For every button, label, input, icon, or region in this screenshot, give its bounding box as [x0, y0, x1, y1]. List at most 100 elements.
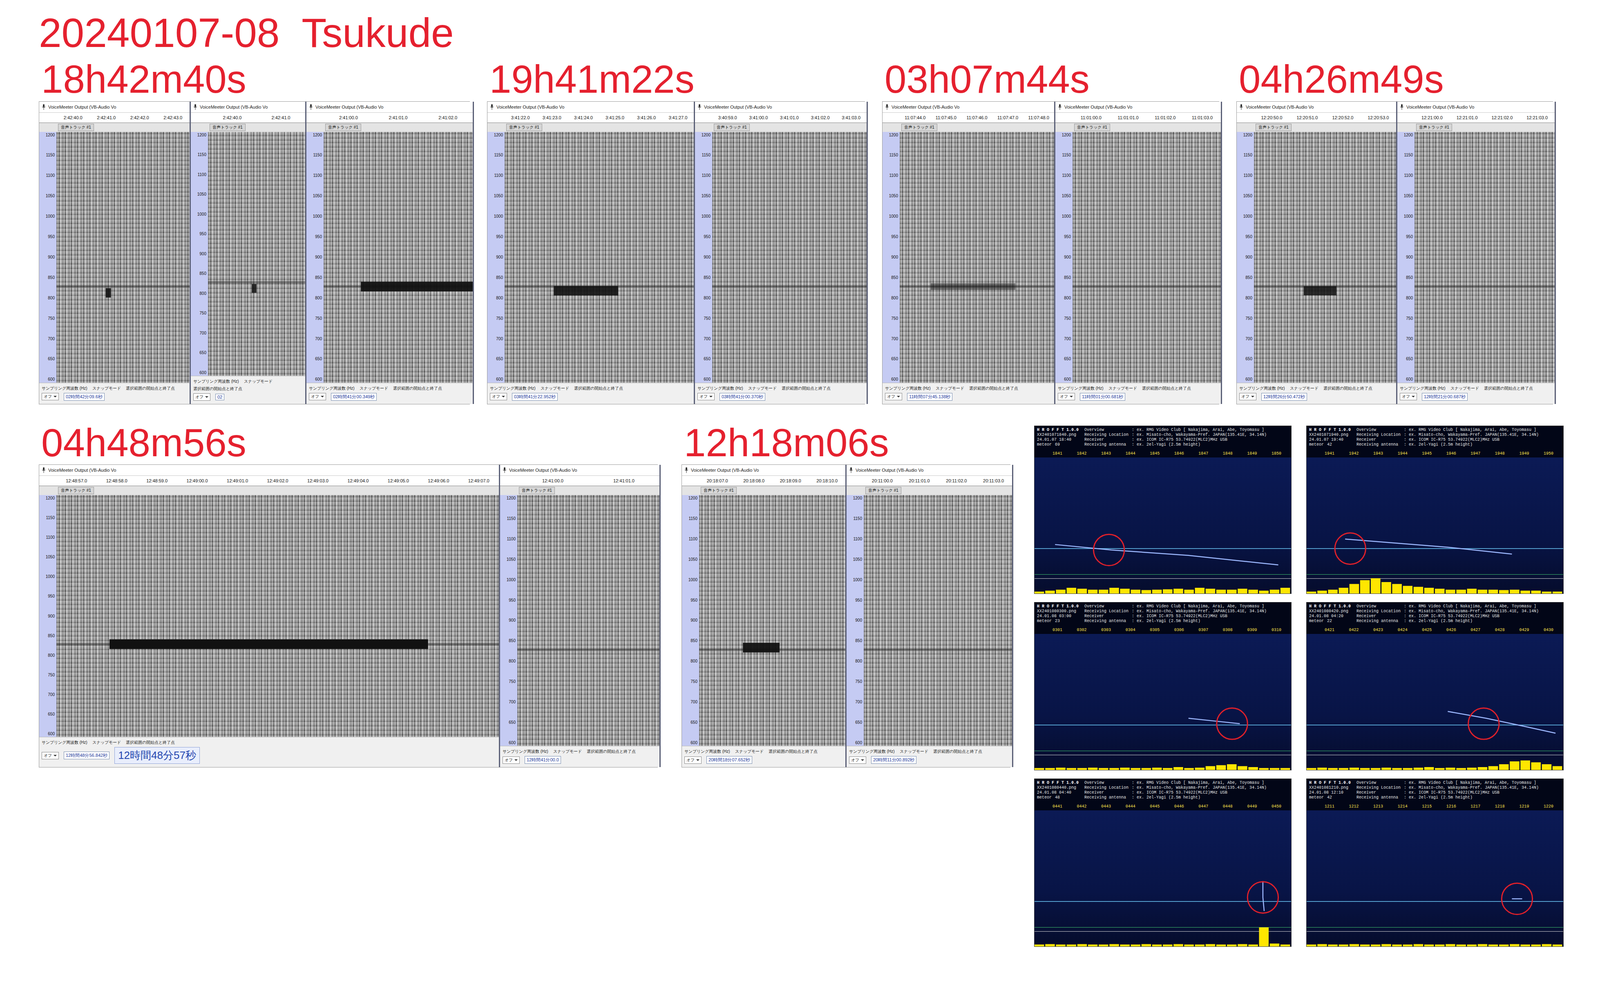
track-name[interactable]: 音声トラック #1: [58, 487, 94, 495]
ruler-tick: 11:01:00.0: [1080, 115, 1102, 121]
selection-field[interactable]: 03時間41分00.370秒: [719, 393, 766, 401]
source-bar[interactable]: VoiceMeeter Output (VB-Audio Vo: [846, 464, 1013, 476]
time-ruler[interactable]: 2:42:40.02:42:41.0: [190, 112, 306, 123]
time-ruler[interactable]: 12:48:57.012:48:58.012:48:59.012:49:00.0…: [39, 475, 499, 487]
source-bar[interactable]: VoiceMeeter Output (VB-Audio Vo: [39, 464, 499, 476]
time-ruler[interactable]: 20:18:07.020:18:08.020:18:09.020:18:10.0: [681, 475, 846, 487]
snap-mode-select[interactable]: オフ: [697, 393, 715, 401]
activity-bar: [1205, 588, 1216, 594]
field-key: Receiver: [1084, 614, 1129, 619]
source-bar[interactable]: VoiceMeeter Output (VB-Audio Vo: [694, 101, 867, 113]
ruler-tick: 12:49:04.0: [347, 478, 369, 484]
selection-field[interactable]: 02時間41分00.349秒: [330, 393, 377, 401]
source-bar[interactable]: VoiceMeeter Output (VB-Audio Vo: [1236, 101, 1397, 113]
axis-tick: 1100: [884, 173, 899, 178]
source-bar[interactable]: VoiceMeeter Output (VB-Audio Vo: [681, 464, 846, 476]
snap-mode-select[interactable]: オフ: [1399, 393, 1417, 401]
activity-bar: [1445, 767, 1456, 771]
track-name[interactable]: 音声トラック #1: [713, 123, 750, 132]
selection-field[interactable]: 11時間07分45.138秒: [907, 393, 953, 401]
track-name[interactable]: 音声トラック #1: [1255, 123, 1292, 132]
selection-field[interactable]: 02: [215, 393, 225, 401]
spectrogram[interactable]: [1072, 131, 1221, 383]
source-bar[interactable]: VoiceMeeter Output (VB-Audio Vo: [190, 101, 306, 113]
time-ruler[interactable]: 12:20:50.012:20:51.012:20:52.012:20:53.0: [1236, 112, 1397, 123]
spectrogram[interactable]: [1414, 131, 1555, 383]
time-ruler[interactable]: 3:41:22.03:41:23.03:41:24.03:41:25.03:41…: [487, 112, 694, 123]
track-name[interactable]: 音声トラック #1: [58, 123, 94, 132]
track-name[interactable]: 音声トラック #1: [700, 487, 737, 495]
time-ruler[interactable]: 2:42:40.02:42:41.02:42:42.02:42:43.0: [39, 112, 190, 123]
spectrogram[interactable]: [56, 495, 499, 738]
activity-bar: [1280, 944, 1291, 947]
spectrogram[interactable]: [1253, 131, 1397, 383]
spectrogram[interactable]: [699, 495, 846, 747]
spectrogram-plot: [863, 495, 1013, 747]
track-name[interactable]: 音声トラック #1: [1074, 123, 1111, 132]
snap-mode-select[interactable]: オフ: [41, 752, 59, 760]
spectrogram[interactable]: [899, 131, 1055, 383]
snap-mode-select[interactable]: オフ: [684, 756, 702, 765]
selection-field[interactable]: 02時間42分09.6秒: [63, 393, 105, 401]
snap-mode-select[interactable]: オフ: [502, 756, 520, 765]
snap-mode-select[interactable]: オフ: [884, 393, 903, 401]
track-name[interactable]: 音声トラック #1: [325, 123, 362, 132]
source-bar[interactable]: VoiceMeeter Output (VB-Audio Vo: [882, 101, 1055, 113]
spectrogram[interactable]: [712, 131, 867, 383]
info-fields: Overview: ex. RMG Video Club [ Nakajima,…: [1356, 604, 1539, 624]
snap-mode-select[interactable]: オフ: [1057, 393, 1075, 401]
time-ruler[interactable]: 12:21:00.012:21:01.012:21:02.012:21:03.0: [1397, 112, 1555, 123]
axis-tick: 800: [192, 291, 207, 296]
time-ruler[interactable]: 11:07:44.011:07:45.011:07:46.011:07:47.0…: [882, 112, 1055, 123]
activity-bar: [1360, 580, 1370, 594]
snap-mode-select[interactable]: オフ: [41, 393, 59, 401]
track-name[interactable]: 音声トラック #1: [518, 487, 555, 495]
track-name[interactable]: 音声トラック #1: [1416, 123, 1453, 132]
selection-field[interactable]: 12時間21分00.687秒: [1421, 393, 1468, 401]
track-name[interactable]: 音声トラック #1: [865, 487, 902, 495]
selection-field[interactable]: 11時間01分00.681秒: [1079, 393, 1126, 401]
source-bar[interactable]: VoiceMeeter Output (VB-Audio Vo: [487, 101, 694, 113]
snap-mode-select[interactable]: オフ: [308, 393, 327, 401]
selection-field[interactable]: 20時間18分07.652秒: [706, 756, 753, 765]
spectrogram-plot: [699, 495, 846, 747]
meteor-trail: [1511, 898, 1522, 900]
source-bar[interactable]: VoiceMeeter Output (VB-Audio Vo: [1055, 101, 1221, 113]
time-ruler[interactable]: 11:01:00.011:01:01.011:01:02.011:01:03.0: [1055, 112, 1221, 123]
spectrogram[interactable]: [517, 495, 660, 747]
snap-mode-select[interactable]: オフ: [849, 756, 867, 765]
time-tick: 1942: [1349, 451, 1359, 456]
source-bar[interactable]: VoiceMeeter Output (VB-Audio Vo: [39, 101, 190, 113]
activity-bar: [1152, 767, 1163, 771]
source-bar[interactable]: VoiceMeeter Output (VB-Audio Vo: [500, 464, 660, 476]
selection-field[interactable]: 12時間26分50.472秒: [1261, 393, 1308, 401]
time-ruler[interactable]: 2:41:00.02:41:01.02:41:02.0: [306, 112, 473, 123]
snap-mode-select[interactable]: オフ: [193, 393, 211, 401]
spectrogram[interactable]: [323, 131, 473, 383]
snap-mode-select[interactable]: オフ: [489, 393, 508, 401]
snap-mode-select[interactable]: オフ: [1239, 393, 1257, 401]
track-name[interactable]: 音声トラック #1: [506, 123, 543, 132]
selection-field[interactable]: 03時間41分22.952秒: [511, 393, 558, 401]
spectrogram[interactable]: [207, 131, 306, 376]
ruler-tick: 12:41:00.0: [542, 478, 564, 484]
time-ruler[interactable]: 20:11:00.020:11:01.020:11:02.020:11:03.0: [846, 475, 1013, 487]
time-ruler[interactable]: 12:41:00.012:41:01.0: [500, 475, 660, 487]
spectrogram[interactable]: [504, 131, 694, 383]
selection-field[interactable]: 12時間41分00.0: [524, 756, 561, 765]
time-tick: 0421: [1324, 627, 1335, 633]
spectrogram[interactable]: [863, 495, 1013, 747]
spectrogram[interactable]: [56, 131, 190, 383]
source-label: VoiceMeeter Output (VB-Audio Vo: [48, 104, 117, 110]
track-name[interactable]: 音声トラック #1: [901, 123, 938, 132]
time-ruler[interactable]: 3:40:59.03:41:00.03:41:01.03:41:02.03:41…: [694, 112, 867, 123]
selection-field[interactable]: 12時間48分56.842秒: [63, 751, 110, 760]
status-label: サンプリング周波数 (Hz): [697, 385, 744, 392]
source-bar[interactable]: VoiceMeeter Output (VB-Audio Vo: [1397, 101, 1555, 113]
selection-time-large[interactable]: 12時間48分57秒: [114, 747, 200, 765]
selection-field[interactable]: 20時間11分00.892秒: [871, 756, 917, 765]
track-name[interactable]: 音声トラック #1: [209, 123, 246, 132]
axis-tick: 650: [884, 356, 899, 362]
source-bar[interactable]: VoiceMeeter Output (VB-Audio Vo: [306, 101, 473, 113]
status-label: サンプリング周波数 (Hz): [1239, 385, 1285, 392]
